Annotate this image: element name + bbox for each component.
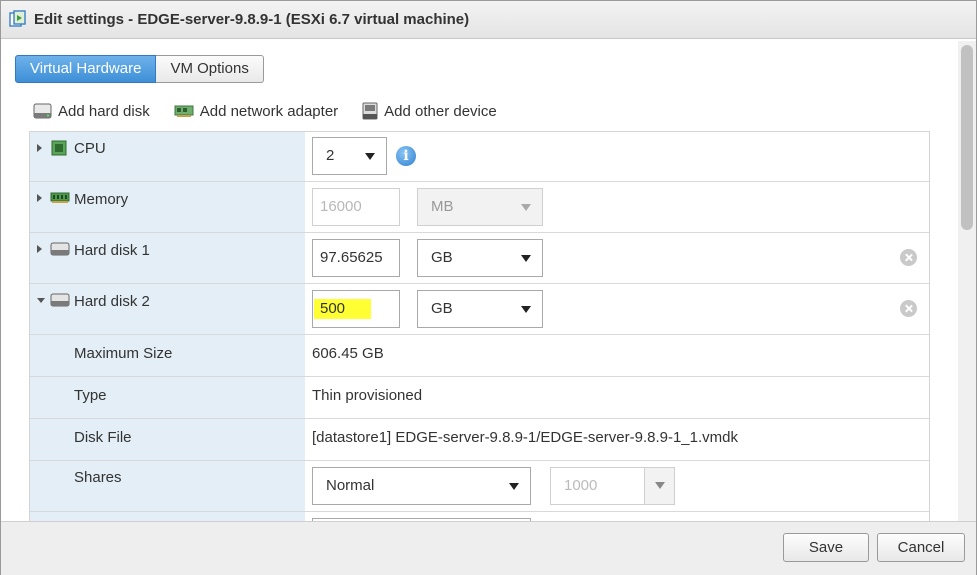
memory-size-value: 16000 (320, 198, 362, 215)
disk-type-label: Type (74, 387, 107, 404)
device-toolbar: Add hard disk Add network adapter Add ot… (33, 102, 521, 120)
cancel-button[interactable]: Cancel (877, 533, 965, 562)
hard-disk-1-unit-select[interactable]: GB (417, 239, 543, 277)
add-other-device-label: Add other device (384, 102, 497, 120)
hard-disk-icon (50, 293, 70, 307)
shares-value: Normal (326, 477, 375, 494)
device-icon (362, 102, 378, 120)
add-hard-disk-button[interactable]: Add hard disk (33, 102, 150, 120)
expand-chevron-icon[interactable] (37, 245, 42, 253)
add-network-adapter-label: Add network adapter (199, 102, 339, 120)
scrollbar-thumb[interactable] (961, 45, 973, 230)
info-icon[interactable]: i (396, 146, 416, 166)
disk-type-row: Type Thin provisioned (30, 377, 929, 419)
add-other-device-button[interactable]: Add other device (362, 102, 497, 120)
cpu-row: CPU 2 i (30, 132, 929, 182)
maximum-size-value: 606.45 GB (312, 345, 384, 362)
memory-size-input[interactable]: 16000 (312, 188, 400, 226)
hard-disk-2-size-input[interactable]: 500 (312, 290, 400, 328)
chevron-down-icon (521, 306, 531, 313)
chevron-down-icon (521, 255, 531, 262)
shares-number-spinner[interactable]: 1000 (550, 467, 675, 505)
hard-disk-2-size-value: 500 (320, 300, 346, 317)
remove-hard-disk-1-icon[interactable] (900, 249, 917, 266)
chevron-down-icon[interactable] (644, 468, 674, 504)
cpu-icon (51, 140, 67, 156)
network-adapter-icon (174, 105, 194, 117)
dialog-footer: Save Cancel (1, 521, 976, 575)
hardware-list: CPU 2 i Memory 16000 MB Hard disk 1 97.6… (29, 131, 930, 521)
chevron-down-icon (521, 204, 531, 211)
shares-select[interactable]: Normal (312, 467, 531, 505)
shares-label: Shares (74, 469, 122, 486)
memory-icon (50, 192, 70, 203)
memory-label: Memory (74, 191, 129, 208)
cpu-count-value: 2 (326, 147, 335, 164)
hard-disk-1-row: Hard disk 1 97.65625 GB (30, 233, 929, 284)
disk-file-value: [datastore1] EDGE-server-9.8.9-1/EDGE-se… (312, 429, 738, 446)
remove-hard-disk-2-icon[interactable] (900, 300, 917, 317)
hard-disk-2-unit-value: GB (431, 300, 453, 317)
memory-unit-value: MB (431, 198, 454, 215)
cpu-count-select[interactable]: 2 (312, 137, 387, 175)
hard-disk-1-size-input[interactable]: 97.65625 (312, 239, 400, 277)
tab-virtual-hardware[interactable]: Virtual Hardware (15, 55, 157, 83)
hard-disk-1-unit-value: GB (431, 249, 453, 266)
shares-row: Shares Normal 1000 (30, 461, 929, 512)
title-bar: Edit settings - EDGE-server-9.8.9-1 (ESX… (1, 1, 976, 39)
disk-type-value: Thin provisioned (312, 387, 423, 404)
hard-disk-icon (33, 103, 52, 119)
chevron-down-icon (509, 483, 519, 490)
maximum-size-label: Maximum Size (74, 345, 173, 362)
edit-settings-dialog: Edit settings - EDGE-server-9.8.9-1 (ESX… (0, 0, 977, 575)
memory-row: Memory 16000 MB (30, 182, 929, 233)
add-hard-disk-label: Add hard disk (58, 102, 150, 120)
collapse-chevron-icon[interactable] (37, 298, 45, 303)
cpu-label: CPU (74, 140, 106, 157)
hard-disk-icon (50, 242, 70, 256)
maximum-size-row: Maximum Size 606.45 GB (30, 335, 929, 377)
vertical-scrollbar[interactable] (958, 41, 976, 521)
next-row (30, 512, 929, 521)
expand-chevron-icon[interactable] (37, 194, 42, 202)
add-network-adapter-button[interactable]: Add network adapter (174, 102, 338, 120)
disk-file-label: Disk File (74, 429, 132, 446)
tab-bar: Virtual Hardware VM Options (15, 55, 264, 83)
expand-chevron-icon[interactable] (37, 144, 42, 152)
vm-icon (9, 10, 26, 27)
hard-disk-2-row: Hard disk 2 500 GB (30, 284, 929, 335)
memory-unit-select[interactable]: MB (417, 188, 543, 226)
hard-disk-1-label: Hard disk 1 (74, 242, 150, 259)
hard-disk-2-unit-select[interactable]: GB (417, 290, 543, 328)
hard-disk-2-label: Hard disk 2 (74, 293, 150, 310)
hard-disk-1-size-value: 97.65625 (320, 249, 383, 266)
window-title: Edit settings - EDGE-server-9.8.9-1 (ESX… (34, 11, 470, 28)
tab-vm-options[interactable]: VM Options (156, 55, 264, 83)
save-button[interactable]: Save (783, 533, 869, 562)
chevron-down-icon (365, 153, 375, 160)
shares-number-value: 1000 (564, 477, 598, 494)
disk-file-row: Disk File [datastore1] EDGE-server-9.8.9… (30, 419, 929, 461)
